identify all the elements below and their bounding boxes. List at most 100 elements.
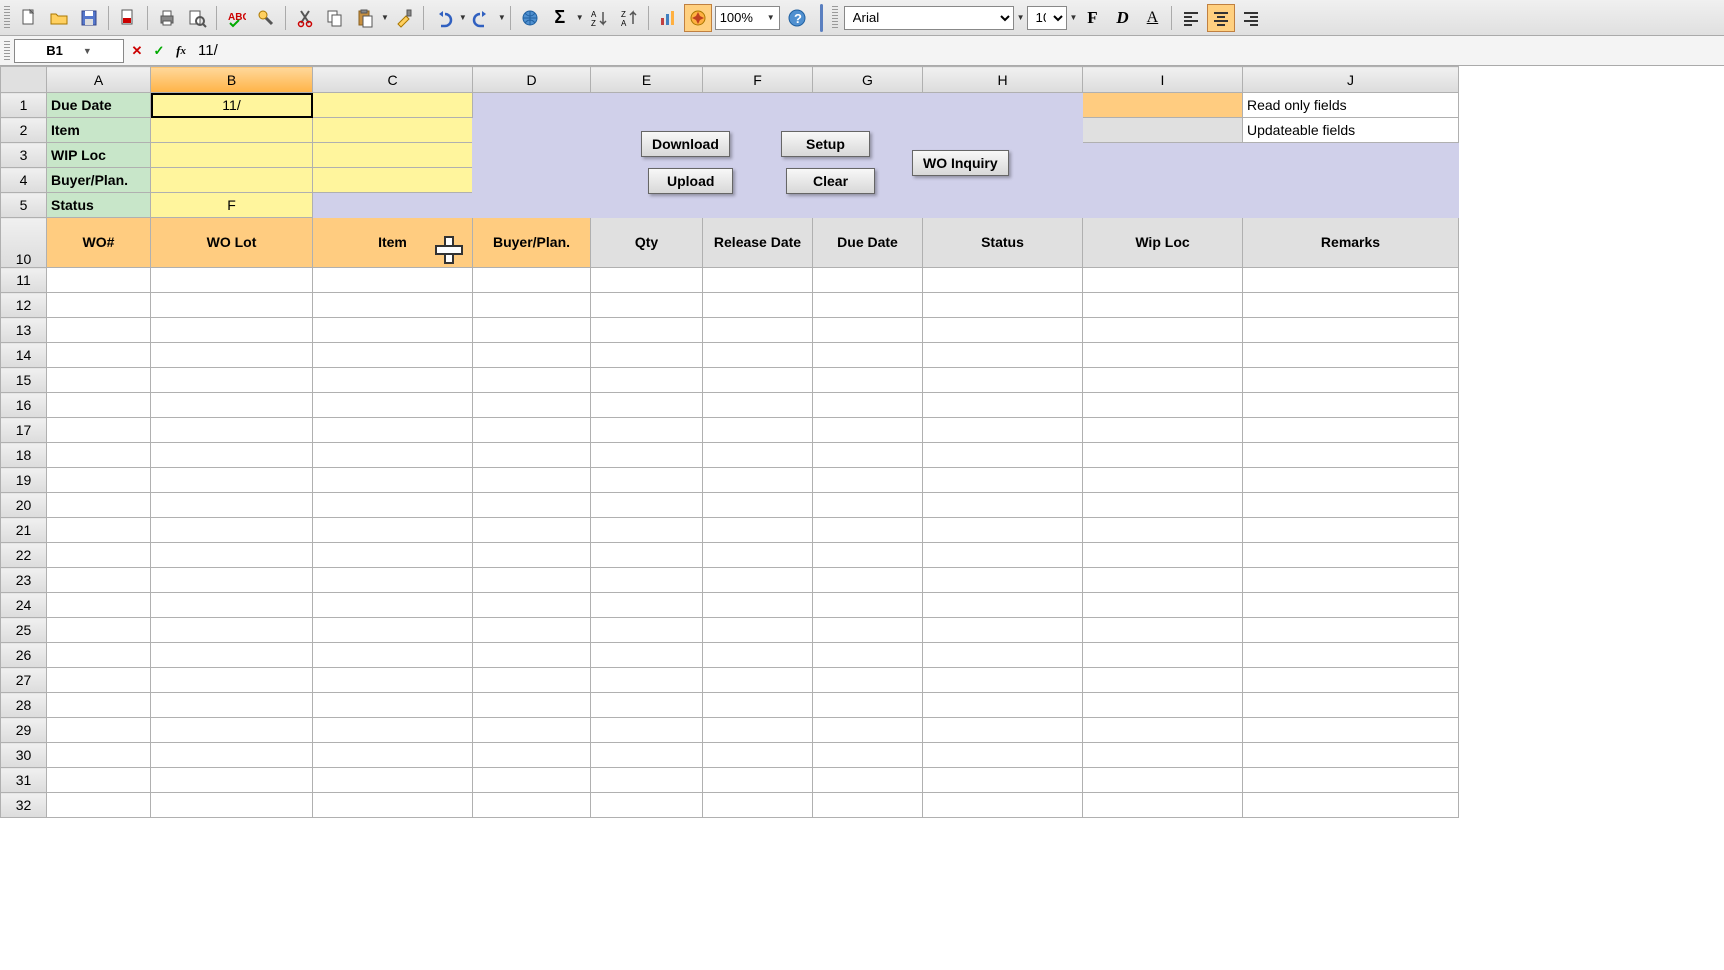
cell[interactable] xyxy=(703,593,813,618)
cell[interactable] xyxy=(703,768,813,793)
cell[interactable] xyxy=(1083,568,1243,593)
input-buyer-plan-from[interactable] xyxy=(151,168,313,193)
cell[interactable] xyxy=(703,368,813,393)
cell[interactable] xyxy=(591,668,703,693)
cell[interactable] xyxy=(1083,368,1243,393)
cell[interactable] xyxy=(813,468,923,493)
cell[interactable] xyxy=(473,618,591,643)
function-wizard-icon[interactable]: fx xyxy=(170,40,192,62)
redo-button[interactable] xyxy=(468,4,496,32)
cell[interactable] xyxy=(703,518,813,543)
cell[interactable] xyxy=(313,368,473,393)
cell[interactable] xyxy=(313,718,473,743)
formula-grip[interactable] xyxy=(4,41,10,61)
cell[interactable] xyxy=(313,443,473,468)
cell[interactable] xyxy=(923,568,1083,593)
cell[interactable] xyxy=(473,318,591,343)
cell[interactable] xyxy=(1243,318,1459,343)
column-header-J[interactable]: J xyxy=(1243,67,1459,93)
cell[interactable] xyxy=(1243,268,1459,293)
sum-button[interactable]: Σ xyxy=(546,4,574,32)
cell[interactable] xyxy=(151,618,313,643)
cell[interactable] xyxy=(47,668,151,693)
column-header-G[interactable]: G xyxy=(813,67,923,93)
row-header[interactable]: 30 xyxy=(1,743,47,768)
cell[interactable] xyxy=(1083,743,1243,768)
row-header[interactable]: 27 xyxy=(1,668,47,693)
cell[interactable] xyxy=(47,493,151,518)
row-header[interactable]: 18 xyxy=(1,443,47,468)
copy-button[interactable] xyxy=(321,4,349,32)
row-header[interactable]: 5 xyxy=(1,193,47,218)
row-header[interactable]: 21 xyxy=(1,518,47,543)
cell[interactable] xyxy=(151,743,313,768)
cell[interactable] xyxy=(813,518,923,543)
cell[interactable] xyxy=(313,518,473,543)
cell[interactable] xyxy=(1083,593,1243,618)
cell[interactable] xyxy=(313,618,473,643)
cell[interactable] xyxy=(47,593,151,618)
input-wip-loc-from[interactable] xyxy=(151,143,313,168)
cell[interactable] xyxy=(1243,618,1459,643)
cell[interactable] xyxy=(813,693,923,718)
font-size-combo[interactable]: 10 xyxy=(1027,6,1067,30)
cell[interactable] xyxy=(923,693,1083,718)
navigator-button[interactable] xyxy=(684,4,712,32)
cell[interactable] xyxy=(591,693,703,718)
chart-button[interactable] xyxy=(654,4,682,32)
open-button[interactable] xyxy=(45,4,73,32)
cell[interactable] xyxy=(1083,468,1243,493)
row-header[interactable]: 24 xyxy=(1,593,47,618)
cell[interactable] xyxy=(47,693,151,718)
cell[interactable] xyxy=(1243,493,1459,518)
cell[interactable] xyxy=(703,693,813,718)
row-header[interactable]: 15 xyxy=(1,368,47,393)
sum-dropdown-icon[interactable]: ▼ xyxy=(576,13,584,22)
cell[interactable] xyxy=(1083,618,1243,643)
input-wip-loc-to[interactable] xyxy=(313,143,473,168)
print-preview-button[interactable] xyxy=(183,4,211,32)
cell[interactable] xyxy=(703,393,813,418)
row-header[interactable]: 29 xyxy=(1,718,47,743)
cell[interactable] xyxy=(473,593,591,618)
cell[interactable] xyxy=(1243,368,1459,393)
cell[interactable] xyxy=(313,418,473,443)
input-item-from[interactable] xyxy=(151,118,313,143)
toolbar-grip-2[interactable] xyxy=(832,6,838,30)
column-header-A[interactable]: A xyxy=(47,67,151,93)
font-name-combo[interactable]: Arial xyxy=(844,6,1014,30)
cell[interactable] xyxy=(591,293,703,318)
cell[interactable] xyxy=(1243,518,1459,543)
row-header[interactable]: 28 xyxy=(1,693,47,718)
cell[interactable] xyxy=(703,718,813,743)
cut-button[interactable] xyxy=(291,4,319,32)
column-header-B[interactable]: B xyxy=(151,67,313,93)
cell[interactable] xyxy=(1243,793,1459,818)
cell[interactable] xyxy=(473,393,591,418)
cell[interactable] xyxy=(813,443,923,468)
cell[interactable] xyxy=(1243,568,1459,593)
cell[interactable] xyxy=(1083,268,1243,293)
name-box[interactable]: B1 ▼ xyxy=(14,39,124,63)
cell[interactable] xyxy=(813,368,923,393)
save-button[interactable] xyxy=(75,4,103,32)
cell[interactable] xyxy=(923,668,1083,693)
input-due-date-to[interactable] xyxy=(313,93,473,118)
row-header[interactable]: 25 xyxy=(1,618,47,643)
cell[interactable] xyxy=(813,318,923,343)
cell[interactable] xyxy=(473,493,591,518)
cell[interactable] xyxy=(703,543,813,568)
underline-button[interactable]: A xyxy=(1138,4,1166,32)
cell[interactable] xyxy=(313,768,473,793)
cell[interactable] xyxy=(923,318,1083,343)
help-button[interactable]: ? xyxy=(783,4,811,32)
cell[interactable] xyxy=(1243,693,1459,718)
cell[interactable] xyxy=(473,343,591,368)
cell[interactable] xyxy=(473,768,591,793)
cell[interactable] xyxy=(313,268,473,293)
cell[interactable] xyxy=(47,318,151,343)
cell[interactable] xyxy=(473,293,591,318)
row-header[interactable]: 16 xyxy=(1,393,47,418)
paste-button[interactable] xyxy=(351,4,379,32)
cell[interactable] xyxy=(813,493,923,518)
